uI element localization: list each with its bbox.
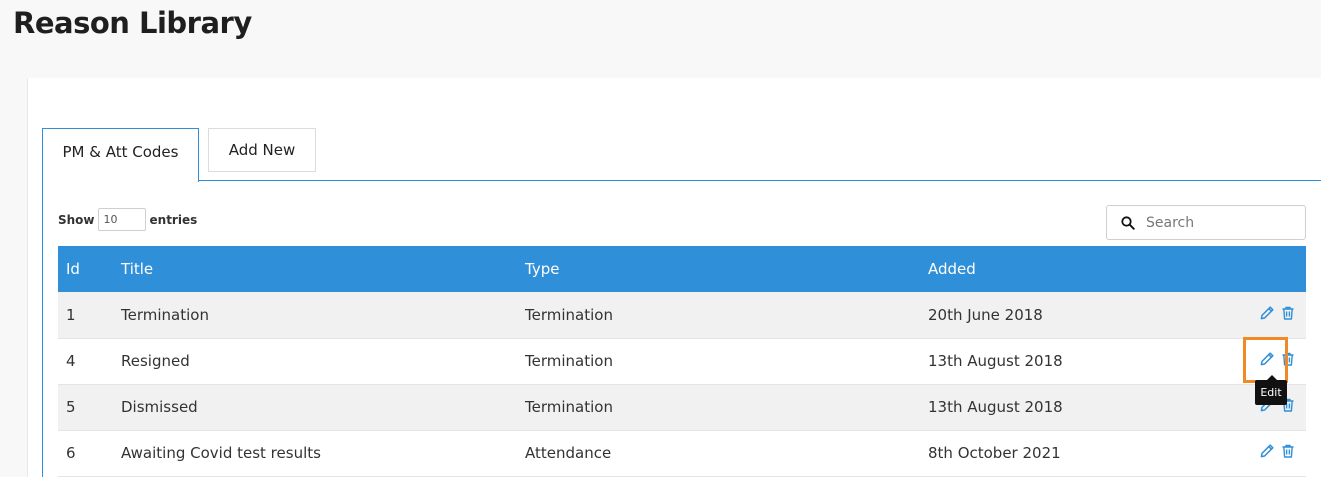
- edit-tooltip: Edit: [1255, 375, 1287, 405]
- cell-added: 13th August 2018: [928, 398, 1063, 416]
- pencil-icon[interactable]: [1259, 443, 1275, 459]
- search-icon: [1121, 215, 1135, 230]
- page-size-control: Show entries: [58, 208, 197, 231]
- cell-added: 8th October 2021: [928, 444, 1061, 462]
- search-box[interactable]: [1106, 205, 1306, 240]
- show-label: Show: [58, 212, 95, 227]
- cell-type: Termination: [525, 398, 613, 416]
- page-size-input[interactable]: [97, 208, 146, 231]
- cell-added: 20th June 2018: [928, 305, 1043, 324]
- search-input[interactable]: [1146, 214, 1296, 231]
- reasons-table: Id Title Type Added 1 Termination Termin…: [58, 246, 1306, 477]
- cell-title: Awaiting Covid test results: [121, 444, 321, 462]
- cell-id: 1: [66, 305, 76, 324]
- table-header-row: Id Title Type Added: [58, 246, 1306, 292]
- cell-id: 5: [66, 398, 76, 416]
- cell-type: Attendance: [525, 444, 612, 462]
- cell-actions: [1248, 338, 1306, 384]
- reason-library-card: PM & Att Codes Add New Show entries Id T…: [27, 78, 1321, 477]
- tab-pm-att-codes[interactable]: PM & Att Codes: [42, 128, 199, 182]
- column-header-added[interactable]: Added: [928, 246, 1248, 292]
- column-header-title[interactable]: Title: [121, 246, 525, 292]
- trash-icon[interactable]: [1280, 351, 1296, 367]
- table-row: 5 Dismissed Termination 13th August 2018: [58, 384, 1306, 430]
- cell-type: Termination: [525, 352, 613, 370]
- cell-actions: [1248, 292, 1306, 338]
- pencil-icon[interactable]: [1259, 305, 1275, 321]
- entries-label: entries: [149, 212, 198, 227]
- cell-title: Resigned: [121, 352, 190, 370]
- cell-id: 6: [66, 444, 76, 462]
- tab-panel: Show entries Id Title Type Added: [42, 180, 1321, 477]
- column-header-id[interactable]: Id: [58, 246, 121, 292]
- cell-title: Termination: [121, 305, 209, 324]
- page-title: Reason Library: [13, 6, 252, 40]
- cell-title: Dismissed: [121, 398, 198, 416]
- pencil-icon[interactable]: [1259, 351, 1275, 367]
- column-header-type[interactable]: Type: [525, 246, 928, 292]
- table-row: 6 Awaiting Covid test results Attendance…: [58, 430, 1306, 476]
- cell-id: 4: [66, 352, 76, 370]
- table-row: 1 Termination Termination 20th June 2018: [58, 292, 1306, 338]
- tab-add-new[interactable]: Add New: [208, 128, 316, 172]
- cell-actions: [1248, 430, 1306, 476]
- trash-icon[interactable]: [1280, 305, 1296, 321]
- cell-added: 13th August 2018: [928, 352, 1063, 370]
- column-header-actions: [1248, 246, 1306, 292]
- cell-type: Termination: [525, 305, 613, 324]
- table-row: 4 Resigned Termination 13th August 2018: [58, 338, 1306, 384]
- trash-icon[interactable]: [1280, 443, 1296, 459]
